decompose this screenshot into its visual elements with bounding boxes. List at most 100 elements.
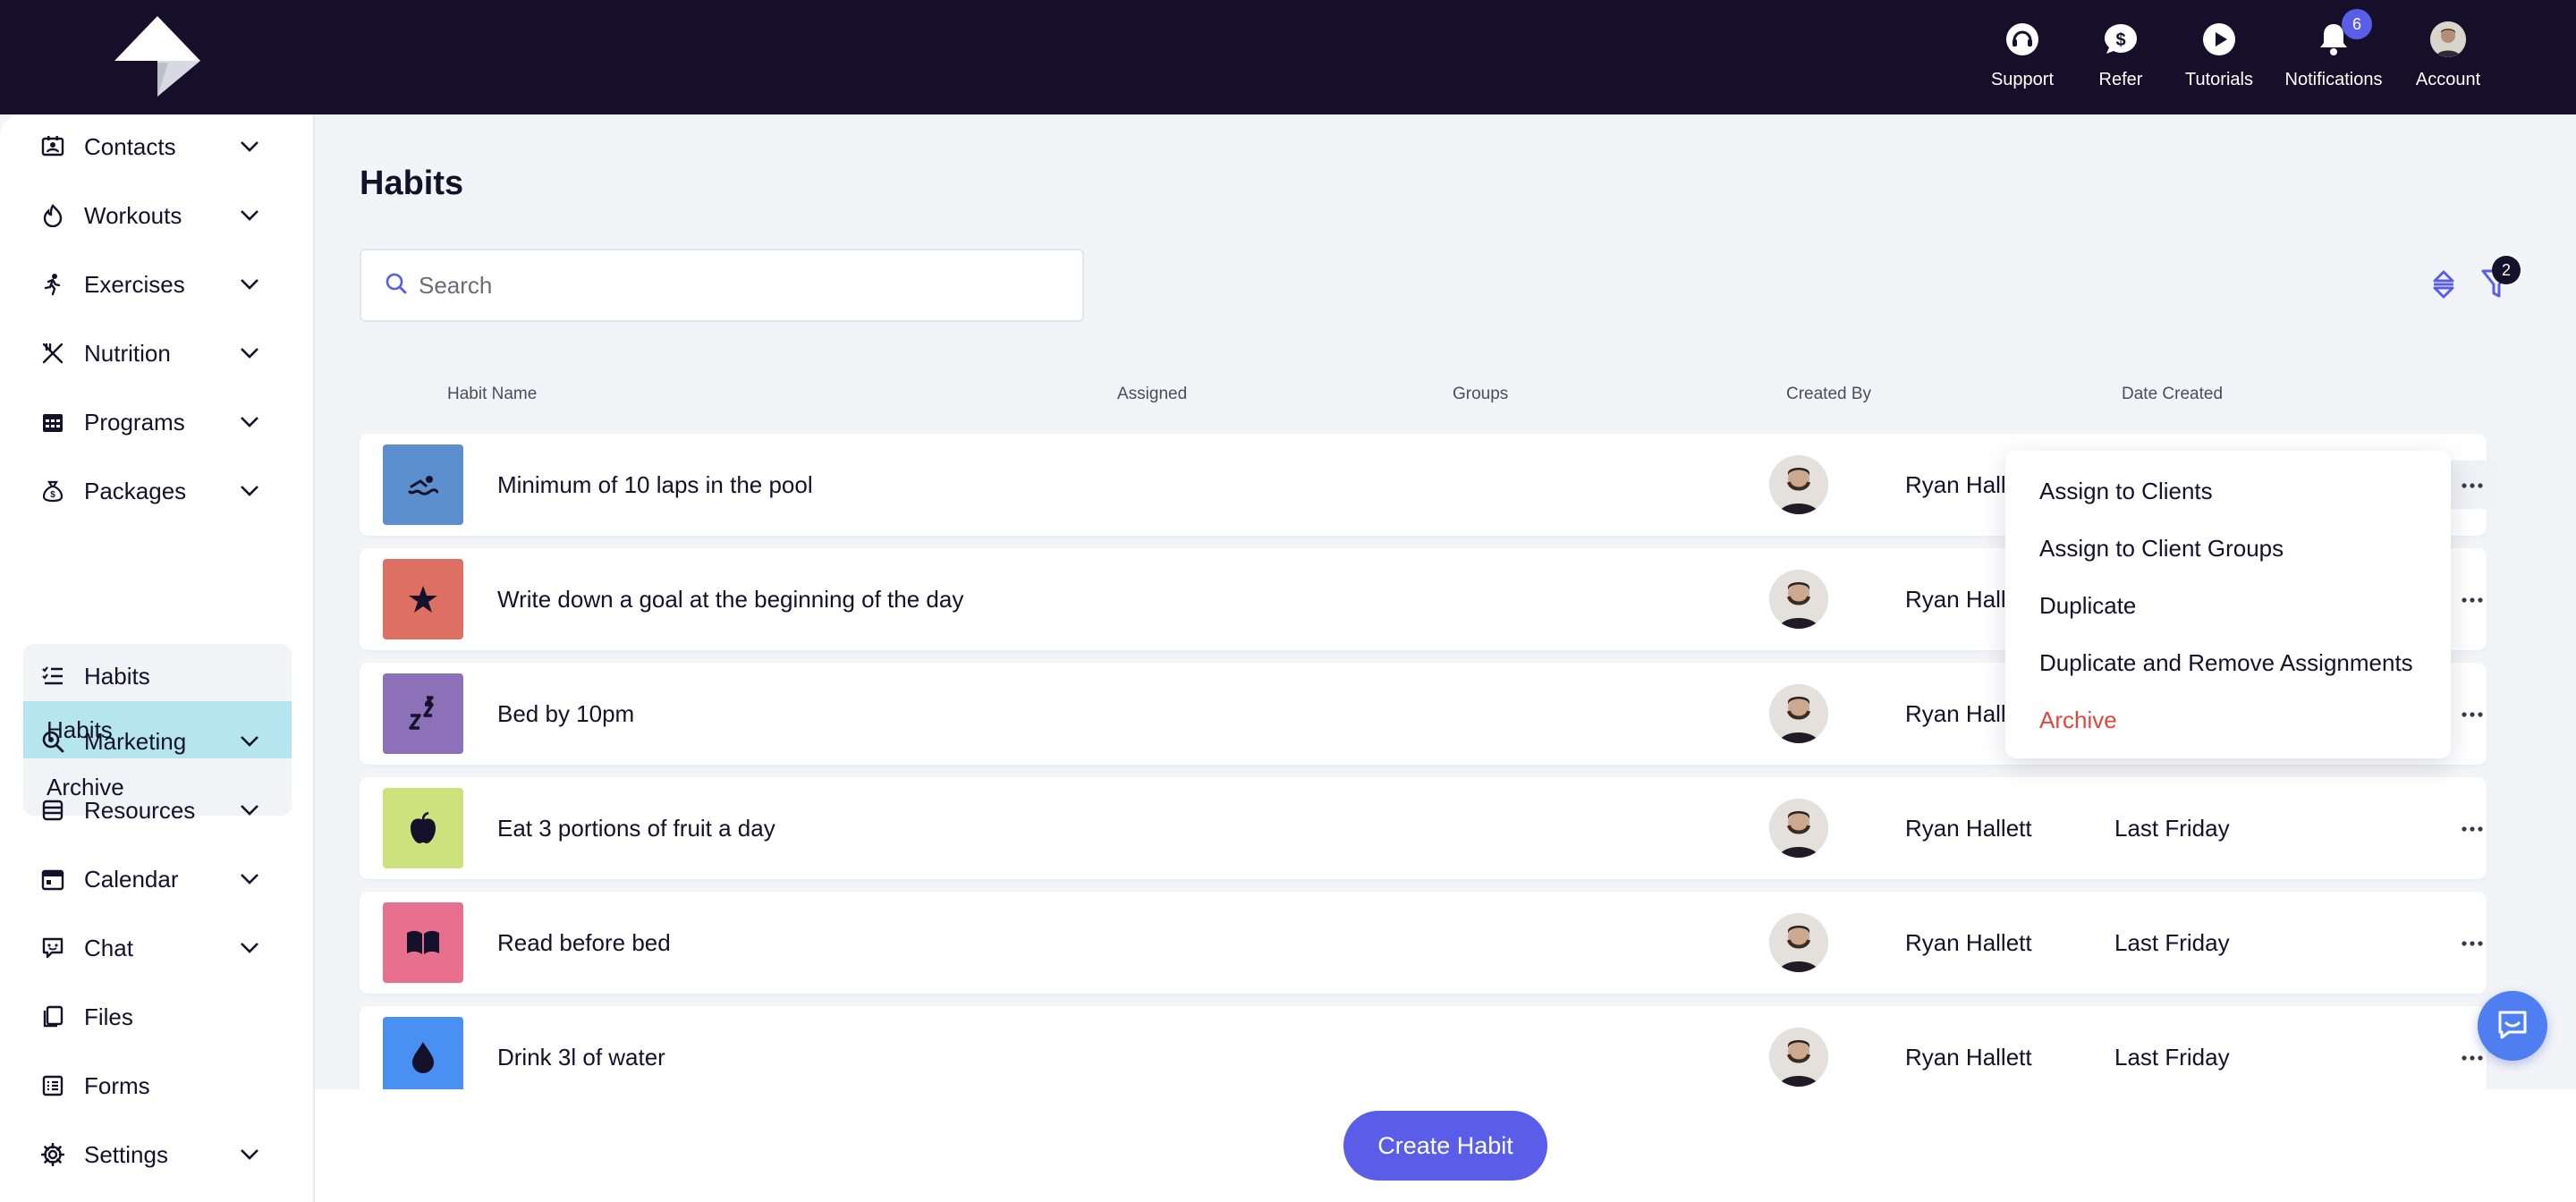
sidebar-item-marketing[interactable]: Marketing [39,716,263,766]
support-label: Support [1990,70,2055,89]
avatar [1769,570,1828,629]
more-options-button[interactable] [2447,918,2497,967]
play-circle-icon [2201,21,2237,57]
contacts-icon [39,133,66,160]
dollar-chat-icon: $ [2103,21,2139,57]
chat-bubble-icon [2496,1009,2529,1044]
sort-button[interactable] [2424,267,2463,306]
filter-count-badge: 2 [2492,256,2521,284]
sidebar: Contacts Workouts Exercises Nutrition Pr… [0,114,315,1202]
sidebar-item-label: Files [84,1003,133,1030]
water-drop-icon [383,1017,463,1097]
top-bar: Support $ Refer Tutorials 6 Notification… [0,0,2576,114]
sidebar-item-calendar[interactable]: Calendar [39,854,263,904]
apple-icon [383,788,463,868]
money-bag-icon: $ [39,478,66,504]
habit-name[interactable]: Write down a goal at the beginning of th… [497,548,963,650]
sidebar-item-contacts[interactable]: Contacts [39,122,263,172]
chevron-down-icon [236,728,263,755]
habit-name[interactable]: Read before bed [497,892,671,994]
gear-icon [39,1141,66,1168]
created-by: Ryan Hallett [1905,814,2032,842]
chevron-down-icon [236,133,263,160]
sidebar-item-label: Programs [84,408,185,436]
menu-item-duplicate-remove-assignments[interactable]: Duplicate and Remove Assignments [2039,649,2413,677]
sort-icon [2431,268,2456,305]
notifications-label: Notifications [2284,70,2383,89]
chevron-down-icon [236,271,263,298]
files-icon [39,1003,66,1030]
date-created: Last Friday [2114,928,2230,956]
support-button[interactable]: Support [1973,18,2072,90]
support-chat-button[interactable] [2478,991,2547,1061]
search-input[interactable] [419,271,1045,300]
column-header-habit-name[interactable]: Habit Name [447,385,537,404]
chevron-down-icon [236,340,263,367]
chat-icon [39,935,66,961]
notifications-badge: 6 [2342,9,2372,39]
table-row[interactable]: Eat 3 portions of fruit a day Ryan Halle… [360,777,2487,888]
avatar [1769,684,1828,743]
menu-item-duplicate[interactable]: Duplicate [2039,592,2136,620]
more-options-button[interactable] [2447,575,2497,623]
sidebar-item-label: Forms [84,1071,150,1099]
refer-label: Refer [2098,70,2143,89]
tutorials-button[interactable]: Tutorials [2170,18,2268,90]
utensils-icon [39,340,66,367]
habit-name[interactable]: Minimum of 10 laps in the pool [497,434,813,536]
magnify-icon [39,728,66,755]
sidebar-item-chat[interactable]: Chat [39,923,263,973]
more-options-button[interactable] [2447,690,2497,738]
menu-item-assign-to-clients[interactable]: Assign to Clients [2039,478,2213,505]
list-check-icon [39,663,66,690]
avatar [1769,1028,1828,1087]
chevron-down-icon [236,409,263,436]
column-header-created-by[interactable]: Created By [1786,385,1871,404]
notifications-button[interactable]: 6 Notifications [2268,9,2399,90]
app-logo[interactable] [113,14,202,100]
calendar-grid-icon [39,409,66,436]
column-header-groups[interactable]: Groups [1453,385,1508,404]
ellipsis-icon [2462,591,2483,607]
tutorials-label: Tutorials [2185,70,2253,89]
chevron-down-icon [236,866,263,893]
search-icon [385,272,408,300]
ellipsis-icon [2462,820,2483,836]
habit-name[interactable]: Bed by 10pm [497,663,634,765]
sidebar-item-label: Habits [84,662,150,690]
created-by: Ryan Hallett [1905,928,2032,956]
sidebar-item-workouts[interactable]: Workouts [39,190,263,241]
sidebar-item-files[interactable]: Files [39,992,263,1042]
avatar [1769,913,1828,972]
sidebar-item-label: Settings [84,1140,168,1168]
menu-item-archive[interactable]: Archive [2039,707,2117,734]
menu-item-assign-to-client-groups[interactable]: Assign to Client Groups [2039,535,2284,563]
table-row[interactable]: Read before bed Ryan Hallett Last Friday [360,892,2487,1003]
habit-name[interactable]: Eat 3 portions of fruit a day [497,777,775,879]
more-options-button[interactable] [2447,461,2497,509]
column-header-assigned[interactable]: Assigned [1117,385,1187,404]
sidebar-item-habits[interactable]: Habits [39,648,263,705]
sidebar-item-forms[interactable]: Forms [39,1061,263,1111]
more-options-button[interactable] [2447,804,2497,852]
sidebar-item-label: Resources [84,796,196,824]
sidebar-item-programs[interactable]: Programs [39,397,263,447]
column-header-date-created[interactable]: Date Created [2122,385,2223,404]
sidebar-item-settings[interactable]: Settings [39,1130,263,1180]
chevron-down-icon [236,935,263,961]
sidebar-item-label: Packages [84,477,187,504]
sidebar-item-label: Workouts [84,201,182,229]
refer-button[interactable]: $ Refer [2072,18,2170,90]
sidebar-item-nutrition[interactable]: Nutrition [39,328,263,378]
chevron-down-icon [236,1141,263,1168]
account-label: Account [2415,70,2481,89]
sidebar-item-packages[interactable]: $ Packages [39,466,263,516]
star-icon [383,559,463,639]
support-headset-icon [2004,21,2040,57]
chevron-down-icon [236,797,263,824]
sidebar-item-exercises[interactable]: Exercises [39,259,263,309]
sidebar-item-resources[interactable]: Resources [39,785,263,835]
swimmer-icon [383,444,463,525]
create-habit-button[interactable]: Create Habit [1343,1111,1547,1181]
account-button[interactable]: Account [2399,18,2497,90]
